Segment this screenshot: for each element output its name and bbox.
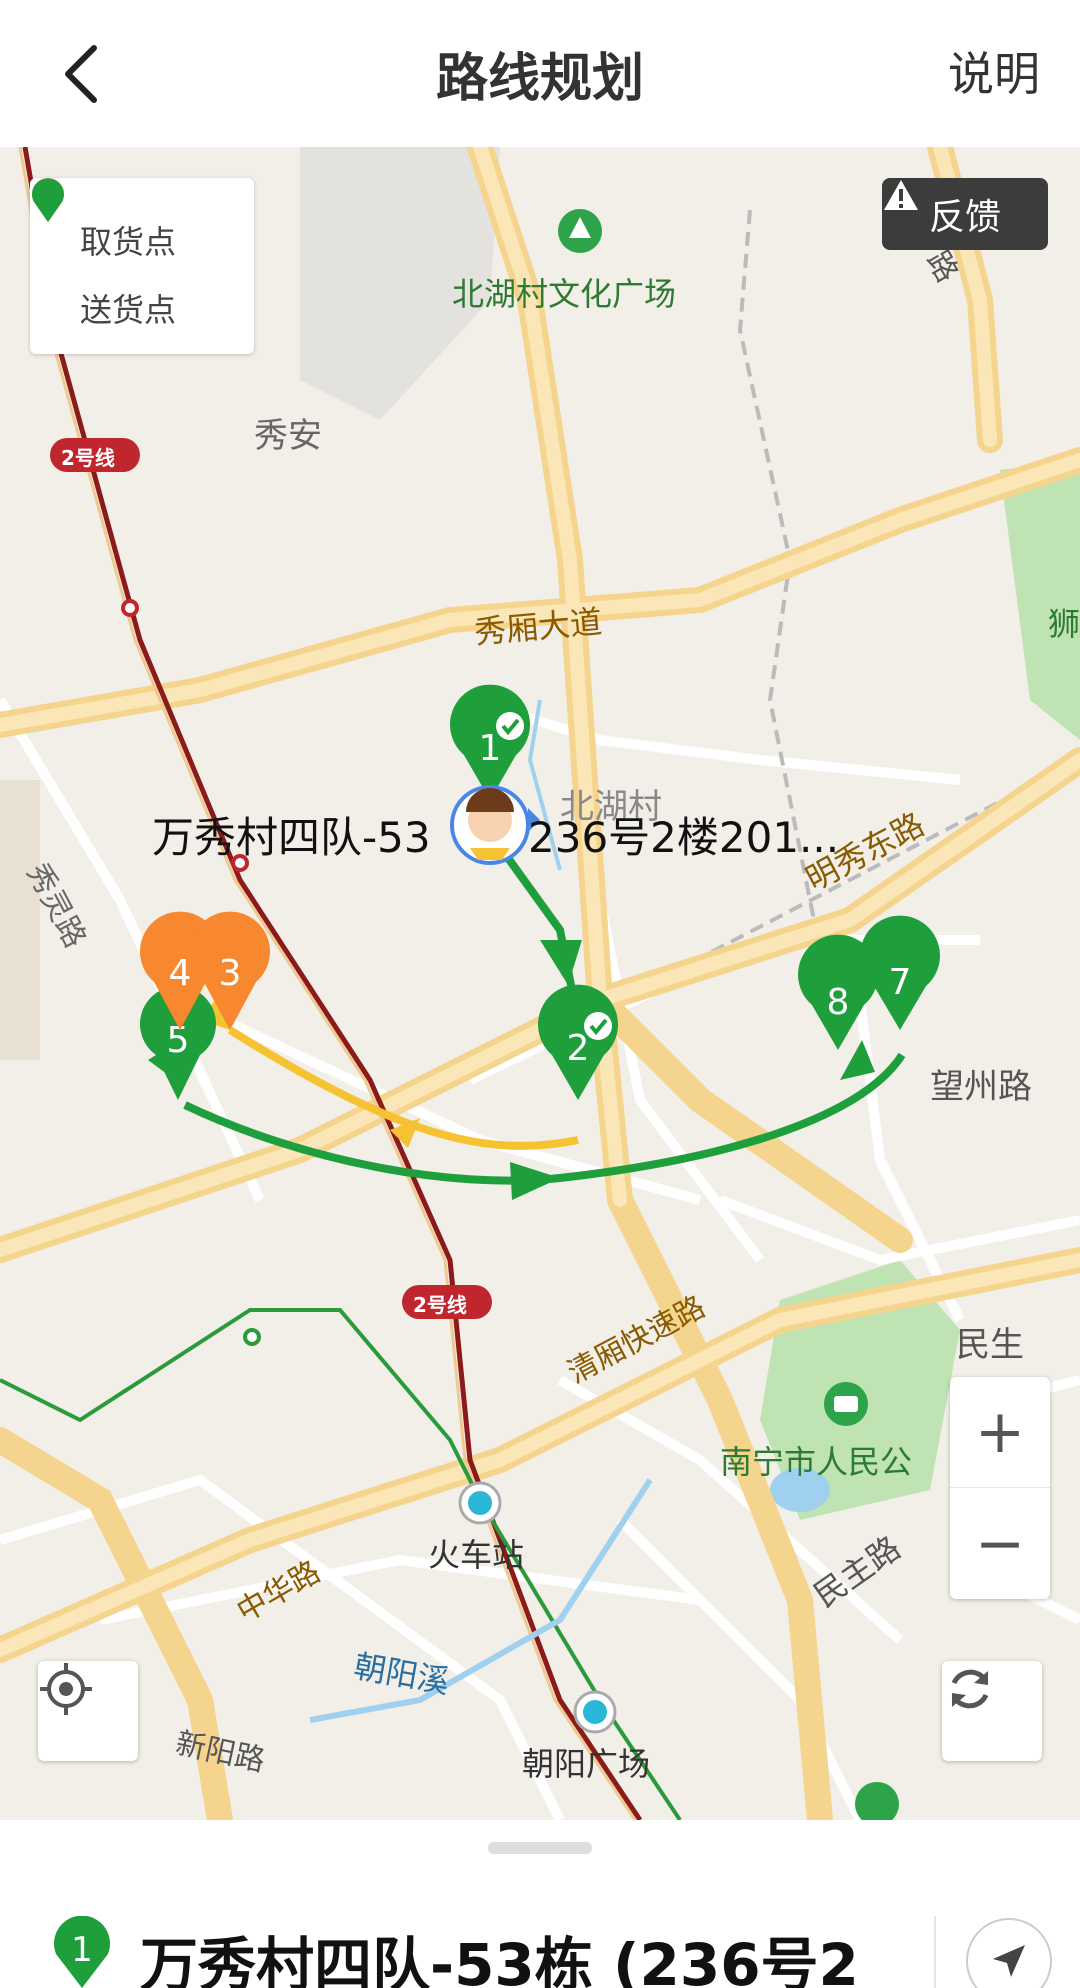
legend-delivery-label: 送货点	[80, 291, 177, 329]
crosshair-icon	[40, 1663, 92, 1715]
route-overlay: 5 4 3 1 2 8 7	[140, 684, 941, 1200]
bottom-sheet[interactable]: 1 万秀村四队-53栋 (236号2	[0, 1820, 1080, 1988]
warning-icon	[884, 180, 918, 210]
navigation-arrow-icon	[993, 1945, 1025, 1977]
delivery-pin-icon	[31, 178, 64, 222]
divider	[934, 1916, 936, 1988]
stop-title: 万秀村四队-53栋 (236号2	[140, 1931, 859, 1988]
feedback-button[interactable]: 反馈	[882, 178, 1048, 250]
page-title: 路线规划	[435, 49, 644, 109]
drag-handle[interactable]	[488, 1842, 592, 1854]
marker-delivery-7: 7	[860, 915, 941, 1030]
svg-text:4: 4	[169, 953, 192, 994]
legend-pickup-label: 取货点	[80, 223, 177, 261]
explain-link[interactable]: 说明	[948, 38, 1040, 104]
current-address-label: 万秀村四队-53	[152, 813, 431, 862]
back-button[interactable]	[40, 34, 120, 114]
marker-delivery-2: 2	[538, 984, 619, 1100]
feedback-label: 反馈	[928, 197, 1001, 238]
zoom-in-button[interactable]: +	[950, 1377, 1050, 1488]
chevron-left-icon	[65, 45, 97, 103]
map-view[interactable]: 北湖村文化广场 秀安 2号线 2号线 秀厢大道 北湖村 明秀东路 秀灵路 望州路…	[0, 147, 1080, 1820]
svg-text:3: 3	[219, 953, 242, 994]
top-bar: 路线规划 说明	[0, 0, 1080, 147]
refresh-icon	[951, 1669, 989, 1709]
refresh-button[interactable]	[942, 1661, 1042, 1761]
delivery-pin-icon: 1	[54, 1916, 110, 1988]
svg-text:1: 1	[71, 1930, 93, 1970]
navigate-button[interactable]	[966, 1918, 1052, 1988]
svg-text:1: 1	[479, 728, 502, 769]
current-address-label-tail: 236号2楼201...	[528, 813, 840, 862]
legend: 取货点 送货点	[30, 178, 254, 354]
svg-text:7: 7	[889, 962, 912, 1003]
courier-avatar	[450, 785, 540, 865]
zoom-out-button[interactable]: −	[950, 1488, 1050, 1599]
marker-delivery-1: 1	[450, 684, 530, 800]
svg-text:2: 2	[567, 1028, 590, 1069]
delivery-route	[183, 1052, 906, 1185]
svg-text:8: 8	[827, 982, 850, 1023]
zoom-controls: + −	[950, 1377, 1050, 1599]
locate-button[interactable]	[38, 1661, 138, 1761]
legend-pickup: 取货点	[31, 178, 254, 274]
legend-delivery: 送货点	[31, 178, 254, 342]
